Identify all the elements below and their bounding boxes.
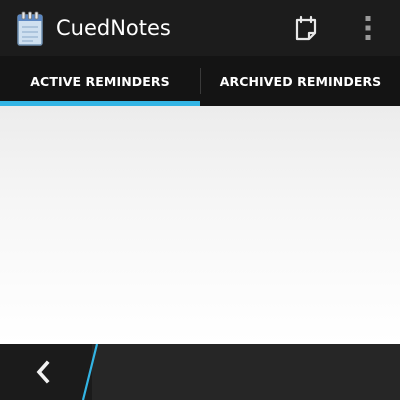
more-vert-icon — [365, 16, 371, 40]
calendar-icon — [295, 15, 317, 41]
tab-active-reminders[interactable]: ACTIVE REMINDERS — [0, 56, 200, 106]
chevron-left-icon — [36, 360, 50, 384]
bottom-navigation-bar — [0, 344, 400, 400]
app-screen: CuedNotes ACTIVE REMINDERS ARCHIVED REMI… — [0, 0, 400, 400]
reminders-list — [0, 106, 400, 344]
back-button[interactable] — [0, 344, 92, 400]
tab-bar: ACTIVE REMINDERS ARCHIVED REMINDERS — [0, 56, 400, 106]
tab-label: ARCHIVED REMINDERS — [219, 73, 382, 89]
app-title: CuedNotes — [56, 16, 171, 40]
tab-archived-reminders[interactable]: ARCHIVED REMINDERS — [201, 56, 400, 106]
calendar-button[interactable] — [288, 10, 324, 46]
notepad-icon — [15, 10, 45, 46]
overflow-menu-button[interactable] — [352, 10, 384, 46]
action-bar: CuedNotes — [0, 0, 400, 56]
tab-label: ACTIVE REMINDERS — [30, 73, 170, 89]
